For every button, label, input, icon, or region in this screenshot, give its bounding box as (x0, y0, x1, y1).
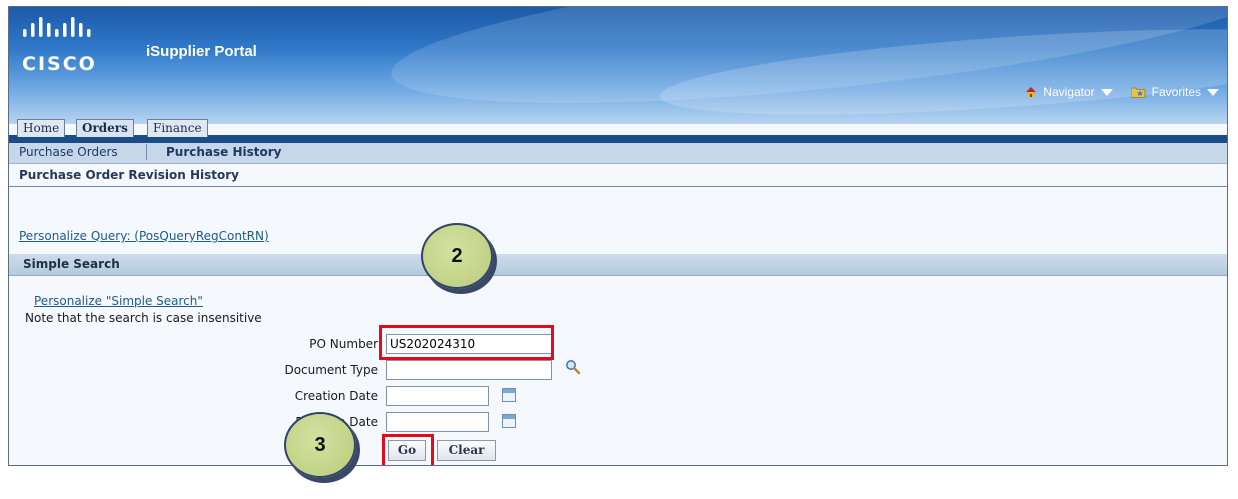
personalize-query-link[interactable]: Personalize Query: (PosQueryRegContRN) (19, 229, 269, 243)
navigator-menu[interactable]: Navigator (1025, 85, 1113, 99)
search-note: Note that the search is case insensitive (25, 311, 262, 325)
simple-search-title: Simple Search (23, 257, 120, 271)
simple-search-header: Simple Search (9, 254, 1227, 276)
chevron-down-icon (1100, 88, 1113, 96)
creation-date-label: Creation Date (294, 389, 378, 403)
navigator-label: Navigator (1043, 85, 1095, 99)
header-banner: CISCO iSupplier Portal Navigator Favorit… (9, 7, 1227, 124)
tab-finance[interactable]: Finance (147, 119, 208, 137)
calendar-icon[interactable] (502, 388, 516, 402)
home-icon (1026, 87, 1037, 97)
global-nav: Navigator Favorites (1025, 85, 1219, 99)
step-callout-3: 3 (284, 412, 356, 478)
po-number-highlight (379, 325, 554, 360)
personalize-simple-search-link[interactable]: Personalize "Simple Search" (34, 294, 203, 308)
favorites-label: Favorites (1151, 85, 1201, 99)
document-type-label: Document Type (284, 363, 378, 377)
creation-date-input[interactable] (386, 386, 489, 406)
app-title: iSupplier Portal (146, 43, 257, 60)
cisco-logo-text: CISCO (22, 53, 97, 75)
revision-date-input[interactable] (386, 412, 489, 432)
go-button-highlight (382, 434, 434, 465)
tab-orders[interactable]: Orders (76, 119, 134, 137)
favorites-folder-icon (1130, 87, 1146, 98)
page-title: Purchase Order Revision History (19, 168, 239, 182)
app-window: CISCO iSupplier Portal Navigator Favorit… (8, 6, 1228, 466)
subtab-purchase-orders[interactable]: Purchase Orders (19, 145, 118, 159)
chevron-down-icon (1207, 88, 1219, 96)
po-number-label: PO Number (309, 337, 378, 351)
calendar-icon[interactable] (502, 414, 516, 428)
favorites-menu[interactable]: Favorites (1130, 85, 1219, 99)
search-icon[interactable] (565, 359, 581, 375)
page-header: Purchase Order Revision History (9, 164, 1227, 187)
cisco-bars-icon (23, 17, 91, 37)
subtab-separator (146, 144, 147, 160)
clear-button[interactable]: Clear (437, 440, 496, 461)
tab-home[interactable]: Home (17, 119, 66, 137)
subtab-purchase-history[interactable]: Purchase History (166, 145, 282, 159)
cisco-logo: CISCO (21, 17, 131, 77)
step-callout-2: 2 (421, 223, 493, 289)
document-type-input[interactable] (386, 360, 552, 380)
subtab-bar: Purchase Orders Purchase History (9, 143, 1227, 164)
